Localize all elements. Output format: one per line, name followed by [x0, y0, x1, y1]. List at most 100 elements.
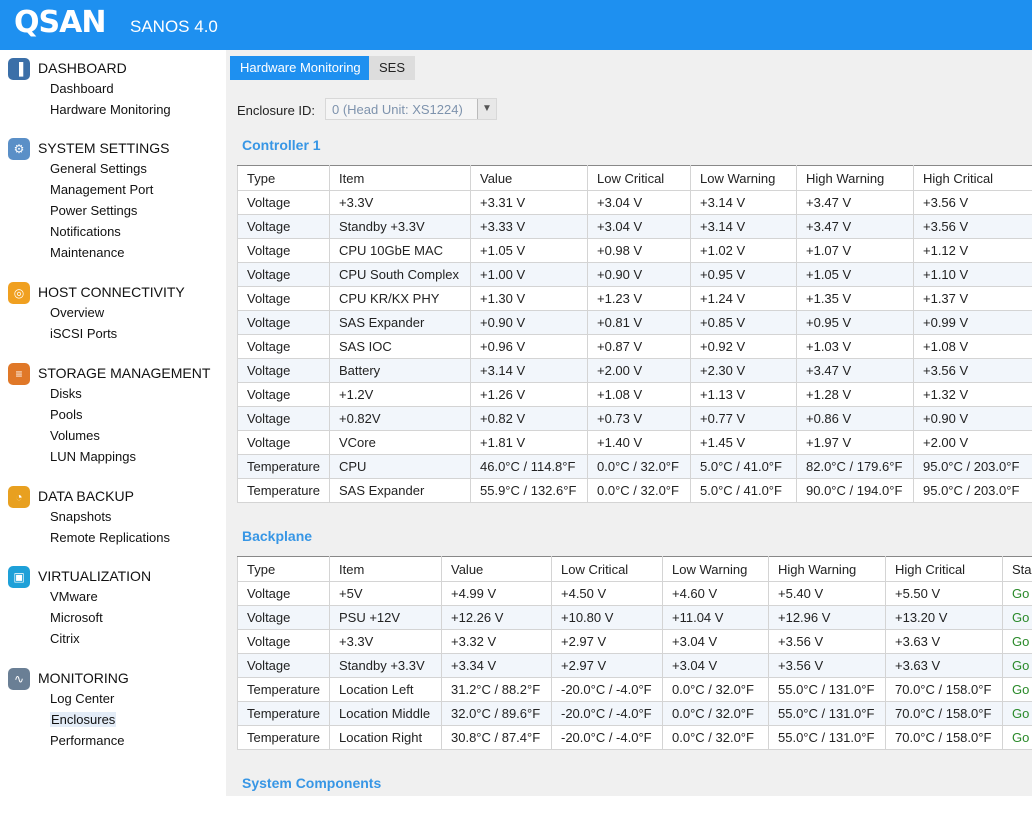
- column-header-sta[interactable]: Sta: [1002, 556, 1032, 582]
- table-cell: 30.8°C / 87.4°F: [441, 725, 552, 750]
- sidebar-item-volumes[interactable]: Volumes: [50, 428, 100, 443]
- table-cell: +1.28 V: [796, 382, 914, 407]
- table-cell: +0.90 V: [470, 310, 588, 335]
- top-bar: QSAN SANOS 4.0: [0, 0, 1032, 50]
- table-cell: 70.0°C / 158.0°F: [885, 677, 1003, 702]
- tab-ses[interactable]: SES: [369, 56, 416, 80]
- table-cell: 70.0°C / 158.0°F: [885, 701, 1003, 726]
- table-cell: Voltage: [237, 605, 330, 630]
- table-cell: Go: [1002, 701, 1032, 726]
- table-cell: 55.0°C / 131.0°F: [768, 725, 886, 750]
- sidebar-item-vmware[interactable]: VMware: [50, 589, 98, 604]
- sidebar-item-lun-mappings[interactable]: LUN Mappings: [50, 449, 136, 464]
- storage-management-icon: ≡: [8, 363, 30, 385]
- enclosure-id-label: Enclosure ID:: [237, 103, 316, 118]
- table-cell: +1.05 V: [470, 238, 588, 263]
- sidebar-heading-storage-management[interactable]: STORAGE MANAGEMENT: [38, 365, 210, 381]
- column-header-value[interactable]: Value: [470, 165, 588, 191]
- table-cell: 5.0°C / 41.0°F: [690, 478, 797, 503]
- sidebar-item-power-settings[interactable]: Power Settings: [50, 203, 137, 218]
- table-cell: +0.90 V: [913, 406, 1032, 431]
- sidebar-item-performance[interactable]: Performance: [50, 733, 124, 748]
- table-cell: +3.14 V: [470, 358, 588, 383]
- table-cell: +0.82 V: [470, 406, 588, 431]
- table-cell: +1.05 V: [796, 262, 914, 287]
- tab-hardware-monitoring[interactable]: Hardware Monitoring: [230, 56, 371, 80]
- sidebar-item-pools[interactable]: Pools: [50, 407, 83, 422]
- sidebar-heading-data-backup[interactable]: DATA BACKUP: [38, 488, 134, 504]
- table-row: Voltage Standby +3.3V +3.33 V +3.04 V +3.14 …: [237, 214, 1032, 239]
- sidebar-heading-system-settings[interactable]: SYSTEM SETTINGS: [38, 140, 169, 156]
- table-cell: +2.97 V: [551, 629, 663, 654]
- table-cell: +0.96 V: [470, 334, 588, 359]
- sidebar-item-notifications[interactable]: Notifications: [50, 224, 121, 239]
- sidebar-heading-dashboard[interactable]: DASHBOARD: [38, 60, 127, 76]
- sidebar-item-log-center[interactable]: Log Center: [50, 691, 114, 706]
- table-cell: Temperature: [237, 701, 330, 726]
- table-cell: +1.81 V: [470, 430, 588, 455]
- table-cell: +1.00 V: [470, 262, 588, 287]
- table-cell: +0.99 V: [913, 310, 1032, 335]
- column-header-high-critical[interactable]: High Critical: [885, 556, 1003, 582]
- table-cell: +0.82V: [329, 406, 471, 431]
- table-cell: +4.99 V: [441, 581, 552, 606]
- sidebar-item-general-settings[interactable]: General Settings: [50, 161, 147, 176]
- table-cell: CPU South Complex: [329, 262, 471, 287]
- sidebar-item-maintenance[interactable]: Maintenance: [50, 245, 124, 260]
- table-cell: +3.31 V: [470, 190, 588, 215]
- table-cell: Location Middle: [329, 701, 442, 726]
- chevron-down-icon[interactable]: ▼: [477, 99, 496, 119]
- sidebar-heading-monitoring[interactable]: MONITORING: [38, 670, 129, 686]
- table-cell: SAS IOC: [329, 334, 471, 359]
- sidebar-item-remote-replications[interactable]: Remote Replications: [50, 530, 170, 545]
- table-cell: Temperature: [237, 478, 330, 503]
- table-row: Voltage Standby +3.3V +3.34 V +2.97 V +3.04 …: [237, 653, 1032, 678]
- column-header-low-critical[interactable]: Low Critical: [551, 556, 663, 582]
- sidebar-item-disks[interactable]: Disks: [50, 386, 82, 401]
- qsan-logo: QSAN: [14, 5, 106, 40]
- table-cell: 70.0°C / 158.0°F: [885, 725, 1003, 750]
- sidebar-item-dashboard[interactable]: Dashboard: [50, 81, 114, 96]
- column-header-value[interactable]: Value: [441, 556, 552, 582]
- column-header-type[interactable]: Type: [237, 165, 330, 191]
- sidebar-item-enclosures[interactable]: Enclosures: [50, 712, 117, 727]
- table-cell: +0.98 V: [587, 238, 691, 263]
- column-header-type[interactable]: Type: [237, 556, 330, 582]
- sidebar-item-management-port[interactable]: Management Port: [50, 182, 153, 197]
- column-header-low-warning[interactable]: Low Warning: [662, 556, 769, 582]
- column-header-item[interactable]: Item: [329, 556, 442, 582]
- table-cell: +0.73 V: [587, 406, 691, 431]
- controller-table: Type Item Value Low Critical Low Warning High…: [237, 165, 1032, 503]
- sidebar-heading-host-connectivity[interactable]: HOST CONNECTIVITY: [38, 284, 185, 300]
- sidebar-item-hardware-monitoring[interactable]: Hardware Monitoring: [50, 102, 171, 117]
- table-cell: 0.0°C / 32.0°F: [662, 677, 769, 702]
- column-header-high-warning[interactable]: High Warning: [768, 556, 886, 582]
- table-cell: +1.23 V: [587, 286, 691, 311]
- sidebar-item-microsoft[interactable]: Microsoft: [50, 610, 103, 625]
- table-cell: 55.0°C / 131.0°F: [768, 677, 886, 702]
- table-cell: 32.0°C / 89.6°F: [441, 701, 552, 726]
- table-cell: +3.56 V: [913, 358, 1032, 383]
- column-header-low-warning[interactable]: Low Warning: [690, 165, 797, 191]
- table-cell: +1.08 V: [587, 382, 691, 407]
- column-header-high-critical[interactable]: High Critical: [913, 165, 1032, 191]
- column-header-item[interactable]: Item: [329, 165, 471, 191]
- table-cell: 0.0°C / 32.0°F: [662, 701, 769, 726]
- table-row: Temperature Location Left 31.2°C / 88.2°F -…: [237, 677, 1032, 702]
- column-header-high-warning[interactable]: High Warning: [796, 165, 914, 191]
- sidebar-item-snapshots[interactable]: Snapshots: [50, 509, 111, 524]
- table-cell: Go: [1002, 725, 1032, 750]
- table-row: Voltage PSU +12V +12.26 V +10.80 V +11.04 V +…: [237, 605, 1032, 630]
- table-row: Voltage SAS Expander +0.90 V +0.81 V +0.85 V…: [237, 310, 1032, 335]
- table-row: Temperature Location Right 30.8°C / 87.4°F…: [237, 725, 1032, 750]
- sidebar-item-citrix[interactable]: Citrix: [50, 631, 80, 646]
- table-cell: +3.04 V: [587, 214, 691, 239]
- column-header-low-critical[interactable]: Low Critical: [587, 165, 691, 191]
- table-cell: Standby +3.3V: [329, 214, 471, 239]
- sidebar-heading-virtualization[interactable]: VIRTUALIZATION: [38, 568, 151, 584]
- sidebar-item-overview[interactable]: Overview: [50, 305, 104, 320]
- table-cell: +1.03 V: [796, 334, 914, 359]
- enclosure-id-select[interactable]: 0 (Head Unit: XS1224) ▼: [325, 98, 497, 120]
- table-row: Voltage CPU 10GbE MAC +1.05 V +0.98 V +1.02 …: [237, 238, 1032, 263]
- sidebar-item-iscsi-ports[interactable]: iSCSI Ports: [50, 326, 117, 341]
